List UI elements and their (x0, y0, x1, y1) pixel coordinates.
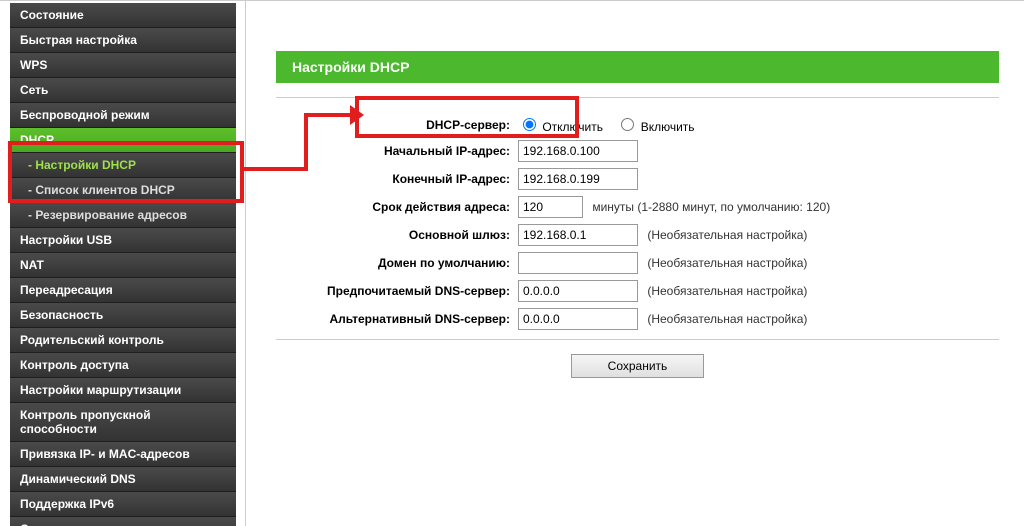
sidebar-item[interactable]: Поддержка IPv6 (10, 492, 236, 517)
sidebar-item[interactable]: Быстрая настройка (10, 28, 236, 53)
sidebar-item[interactable]: Контроль пропускной способности (10, 403, 236, 442)
sidebar-nav: СостояниеБыстрая настройкаWPSСетьБеспров… (10, 3, 236, 526)
lease-hint: минуты (1-2880 минут, по умолчанию: 120) (586, 200, 830, 214)
save-button[interactable]: Сохранить (571, 354, 705, 378)
radio-enable-wrap[interactable]: Включить (616, 120, 694, 134)
sidebar-item[interactable]: Состояние (10, 3, 236, 28)
gateway-input[interactable] (518, 224, 638, 246)
sidebar-item[interactable]: Переадресация (10, 278, 236, 303)
sidebar-item[interactable]: Безопасность (10, 303, 236, 328)
radio-disable-wrap[interactable]: Отключить (518, 120, 606, 134)
sidebar-item[interactable]: Контроль доступа (10, 353, 236, 378)
sidebar-item[interactable]: Сеть (10, 78, 236, 103)
radio-enable-label: Включить (641, 120, 695, 134)
dns2-label: Альтернативный DNS-сервер: (276, 305, 514, 333)
start-ip-label: Начальный IP-адрес: (276, 137, 514, 165)
gateway-label: Основной шлюз: (276, 221, 514, 249)
radio-disable[interactable] (523, 118, 536, 131)
sidebar-item[interactable]: Беспроводной режим (10, 103, 236, 128)
divider (276, 339, 999, 340)
sidebar-subitem[interactable]: - Список клиентов DHCP (10, 178, 236, 203)
dns2-hint: (Необязательная настройка) (641, 312, 807, 326)
sidebar-item[interactable]: Родительский контроль (10, 328, 236, 353)
radio-enable[interactable] (621, 118, 634, 131)
dhcp-form: DHCP-сервер: Отключить Включить Начальны… (276, 112, 834, 333)
lease-label: Срок действия адреса: (276, 193, 514, 221)
page-title: Настройки DHCP (276, 51, 999, 83)
sidebar-item[interactable]: NAT (10, 253, 236, 278)
sidebar-item[interactable]: Настройки маршрутизации (10, 378, 236, 403)
dns2-input[interactable] (518, 308, 638, 330)
gateway-hint: (Необязательная настройка) (641, 228, 807, 242)
sidebar-item[interactable]: Настройки USB (10, 228, 236, 253)
sidebar-item[interactable]: WPS (10, 53, 236, 78)
lease-input[interactable] (518, 196, 583, 218)
dns1-hint: (Необязательная настройка) (641, 284, 807, 298)
end-ip-input[interactable] (518, 168, 638, 190)
radio-disable-label: Отключить (542, 120, 603, 134)
sidebar-item[interactable]: Привязка IP- и MAC-адресов (10, 442, 236, 467)
sidebar-subitem[interactable]: - Резервирование адресов (10, 203, 236, 228)
end-ip-label: Конечный IP-адрес: (276, 165, 514, 193)
domain-input[interactable] (518, 252, 638, 274)
dns1-input[interactable] (518, 280, 638, 302)
domain-label: Домен по умолчанию: (276, 249, 514, 277)
sidebar-item[interactable]: DHCP (10, 128, 236, 153)
main-content: Настройки DHCP DHCP-сервер: Отключить Вк… (245, 1, 1019, 526)
sidebar-subitem[interactable]: - Настройки DHCP (10, 153, 236, 178)
divider (276, 97, 999, 98)
start-ip-input[interactable] (518, 140, 638, 162)
sidebar-item[interactable]: Динамический DNS (10, 467, 236, 492)
dhcp-server-label: DHCP-сервер: (276, 112, 514, 137)
dns1-label: Предпочитаемый DNS-сервер: (276, 277, 514, 305)
domain-hint: (Необязательная настройка) (641, 256, 807, 270)
